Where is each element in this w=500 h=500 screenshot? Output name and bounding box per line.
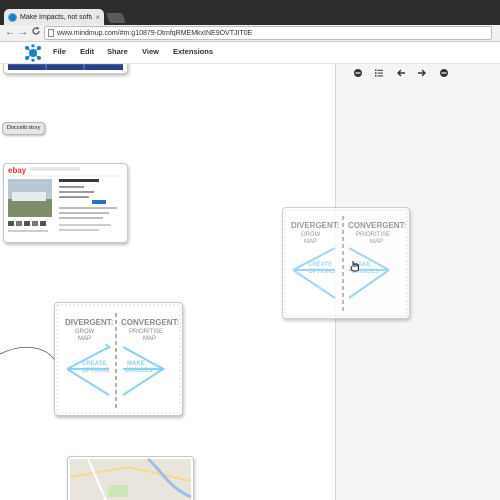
menu-edit[interactable]: Edit: [80, 47, 94, 56]
browser-tab-strip: Make Impacts, not softwa ×: [0, 0, 500, 25]
url-text: www.mindmup.com/#m:g10879-DtmfqRMEMkxINE…: [57, 29, 253, 37]
zoom-out-icon[interactable]: [353, 68, 363, 78]
map-image: [69, 457, 192, 500]
image-node-map[interactable]: [67, 456, 194, 500]
table-image: [8, 64, 123, 70]
page-icon: [48, 29, 54, 37]
close-tab-icon[interactable]: ×: [95, 13, 100, 22]
svg-text:CHOICES: CHOICES: [125, 368, 152, 374]
address-bar[interactable]: www.mindmup.com/#m:g10879-DtmfqRMEMkxINE…: [44, 26, 492, 40]
svg-text:CONVERGENT:: CONVERGENT:: [348, 221, 406, 230]
diverge-converge-sketch-copy: DIVERGENT: GROW MAP CONVERGENT: PRIORITI…: [284, 209, 408, 317]
svg-text:MAP: MAP: [78, 336, 91, 342]
hand-cursor-icon: [350, 261, 359, 272]
browser-toolbar: ← → www.mindmup.com/#m:g10879-DtmfqRMEMk…: [0, 25, 500, 42]
svg-text:CREATE: CREATE: [82, 361, 106, 367]
connector-line: [0, 346, 57, 363]
reload-button[interactable]: [30, 26, 42, 40]
menu-file[interactable]: File: [53, 47, 66, 56]
image-node-table[interactable]: [3, 64, 128, 74]
svg-text:ebay: ebay: [8, 166, 27, 175]
zoom-in-icon[interactable]: [439, 68, 449, 78]
svg-text:PRIORITISE: PRIORITISE: [356, 232, 390, 238]
menu-view[interactable]: View: [142, 47, 159, 56]
svg-text:MAKE: MAKE: [127, 361, 145, 367]
svg-text:MAP: MAP: [370, 239, 383, 245]
menu-share[interactable]: Share: [107, 47, 128, 56]
svg-text:OPTIONS: OPTIONS: [308, 269, 335, 275]
browser-tab[interactable]: Make Impacts, not softwa ×: [4, 9, 104, 25]
new-tab-button[interactable]: [106, 13, 126, 23]
svg-text:MAP: MAP: [143, 336, 156, 342]
arrow-right-icon[interactable]: [417, 68, 427, 78]
svg-text:OPTIONS: OPTIONS: [82, 368, 109, 374]
svg-text:MAP: MAP: [304, 239, 317, 245]
dragged-node-preview[interactable]: DIVERGENT: GROW MAP CONVERGENT: PRIORITI…: [282, 207, 410, 319]
tab-title: Make Impacts, not softwa: [20, 13, 93, 21]
svg-text:GROW: GROW: [301, 232, 321, 238]
menu-extensions[interactable]: Extensions: [173, 47, 213, 56]
arrow-left-icon[interactable]: [396, 68, 406, 78]
list-icon[interactable]: [374, 68, 384, 78]
svg-text:CONVERGENT:: CONVERGENT:: [121, 318, 179, 327]
reload-icon: [32, 26, 40, 35]
story-node[interactable]: Doccetti story: [2, 122, 46, 135]
mindmup-logo-icon: [25, 44, 41, 62]
diverge-converge-sketch: DIVERGENT: GROW MAP CONVERGENT: PRIORITI…: [56, 304, 181, 414]
svg-text:DIVERGENT:: DIVERGENT:: [291, 221, 339, 230]
svg-text:DIVERGENT:: DIVERGENT:: [65, 318, 113, 327]
image-node-diverge-converge[interactable]: DIVERGENT: GROW MAP CONVERGENT: PRIORITI…: [54, 302, 183, 416]
back-button[interactable]: ←: [4, 26, 16, 40]
forward-button[interactable]: →: [17, 26, 29, 40]
mindmup-favicon-icon: [8, 12, 17, 22]
ebay-screenshot-image: ebay: [6, 166, 125, 232]
svg-text:CREATE: CREATE: [308, 262, 332, 268]
app-menu-bar: File Edit Share View Extensions: [0, 42, 500, 64]
svg-text:PRIORITISE: PRIORITISE: [129, 329, 163, 335]
image-node-ebay[interactable]: ebay: [3, 163, 128, 243]
svg-text:GROW: GROW: [75, 329, 95, 335]
